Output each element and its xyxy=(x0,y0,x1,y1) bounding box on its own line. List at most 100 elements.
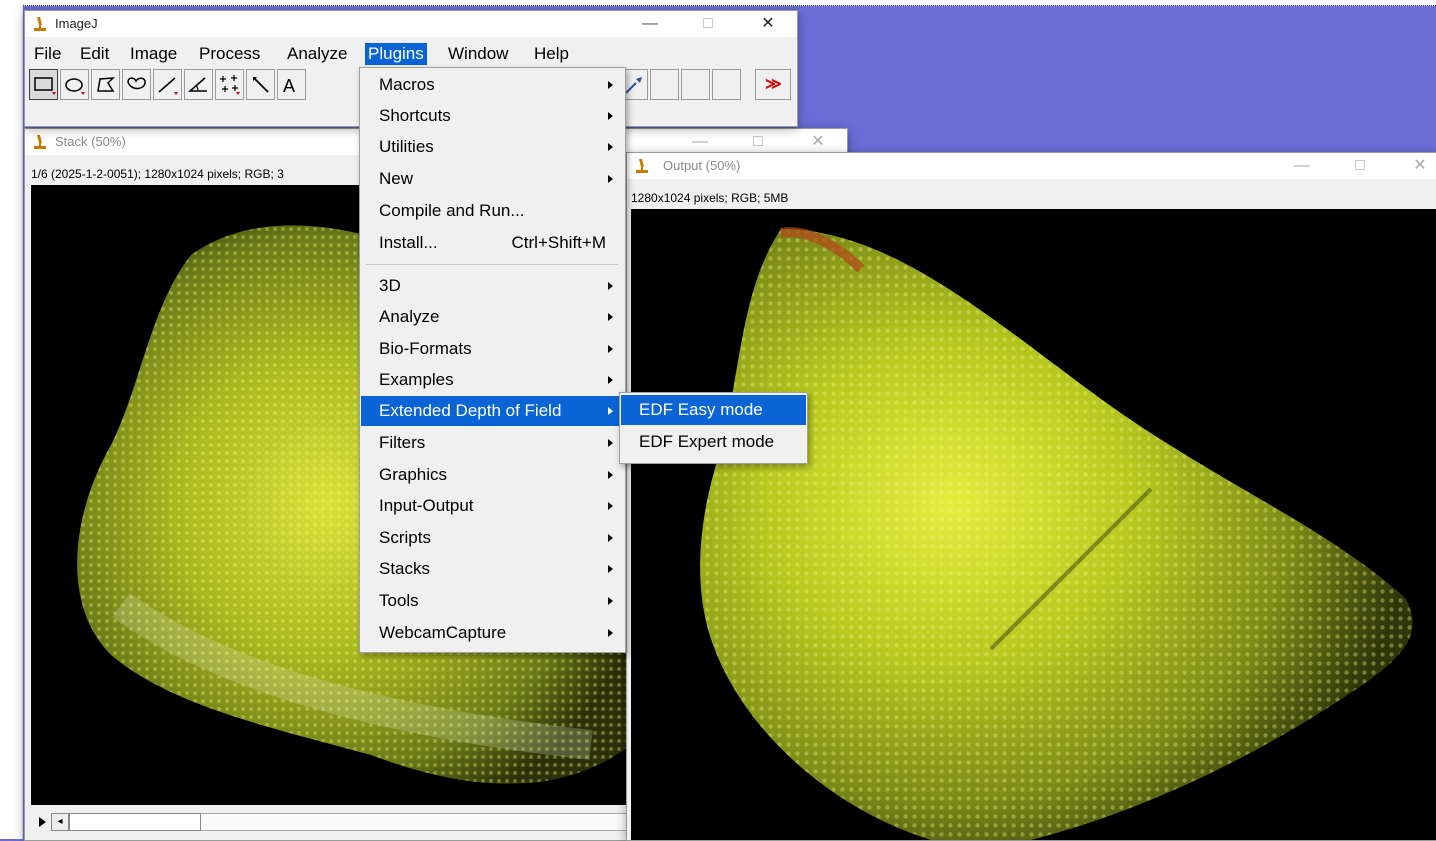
submenu-arrow-icon xyxy=(608,471,613,479)
menu-process[interactable]: Process xyxy=(196,43,263,65)
rectangle-icon xyxy=(34,77,56,95)
menu-item-label: 3D xyxy=(379,276,401,295)
submenu-arrow-icon xyxy=(608,629,613,637)
output-minimize-button[interactable]: — xyxy=(1287,155,1317,177)
menu-item-shortcuts[interactable]: Shortcuts xyxy=(361,101,624,131)
output-maximize-button[interactable]: □ xyxy=(1345,155,1375,177)
angle-icon xyxy=(187,77,207,92)
stack-window-title: Stack (50%) xyxy=(55,134,126,149)
imagej-titlebar[interactable]: ImageJ — □ ✕ xyxy=(25,11,797,37)
menu-item-label: Filters xyxy=(379,433,426,452)
menu-window[interactable]: Window xyxy=(445,43,511,65)
multipoint-icon xyxy=(220,75,240,95)
play-icon[interactable] xyxy=(39,817,46,827)
double-chevron-right-icon: ≫ xyxy=(765,76,782,93)
svg-text:A: A xyxy=(283,76,295,96)
stack-minimize-button[interactable]: — xyxy=(685,131,715,153)
imagej-microscope-icon xyxy=(34,135,46,149)
menu-item-bio-formats[interactable]: Bio-Formats xyxy=(361,334,624,364)
menu-item-examples[interactable]: Examples xyxy=(361,365,624,395)
rectangle-tool[interactable] xyxy=(29,69,58,100)
freehand-icon xyxy=(127,77,146,90)
imagej-minimize-button[interactable]: — xyxy=(635,13,665,35)
menu-item-scripts[interactable]: Scripts xyxy=(361,523,624,553)
line-tool[interactable] xyxy=(153,69,182,100)
menu-item-macros[interactable]: Macros xyxy=(361,70,624,100)
menu-item-edf-expert-mode[interactable]: EDF Expert mode xyxy=(621,427,806,457)
polygon-tool[interactable] xyxy=(91,69,120,100)
custom-tool-1[interactable] xyxy=(650,69,679,100)
menu-item-webcamcapture[interactable]: WebcamCapture xyxy=(361,618,624,648)
text-icon: A xyxy=(283,76,295,96)
edf-submenu: EDF Easy mode EDF Expert mode xyxy=(619,392,808,464)
angle-tool[interactable] xyxy=(184,69,213,100)
menu-item-extended-depth-of-field[interactable]: Extended Depth of Field xyxy=(361,396,624,426)
submenu-arrow-icon xyxy=(608,112,613,120)
menu-item-compile-and-run[interactable]: Compile and Run... xyxy=(361,196,624,226)
slice-scrollbar-thumb[interactable] xyxy=(69,813,201,831)
freehand-tool[interactable] xyxy=(122,69,151,100)
menu-item-label: Install... xyxy=(379,233,438,252)
plugins-dropdown-menu: Macros Shortcuts Utilities New Compile a… xyxy=(359,67,626,653)
wand-tool[interactable] xyxy=(246,69,275,100)
menu-item-graphics[interactable]: Graphics xyxy=(361,460,624,490)
point-tool[interactable] xyxy=(215,69,244,100)
output-titlebar[interactable]: Output (50%) — □ ✕ xyxy=(627,153,1436,179)
menu-item-label: Scripts xyxy=(379,528,431,547)
imagej-close-button[interactable]: ✕ xyxy=(753,13,783,35)
menu-item-3d[interactable]: 3D xyxy=(361,271,624,301)
output-close-button[interactable]: ✕ xyxy=(1405,155,1435,177)
imagej-microscope-icon xyxy=(636,159,648,173)
menu-item-label: New xyxy=(379,169,414,188)
menu-item-new[interactable]: New xyxy=(361,164,624,194)
menu-item-filters[interactable]: Filters xyxy=(361,428,624,458)
screen-top-edge xyxy=(0,0,1436,6)
menu-item-utilities[interactable]: Utilities xyxy=(361,132,624,162)
imagej-maximize-button[interactable]: □ xyxy=(693,13,723,35)
submenu-arrow-icon xyxy=(608,313,613,321)
text-tool[interactable]: A xyxy=(277,69,306,100)
menu-item-label: WebcamCapture xyxy=(379,623,507,642)
custom-tool-3[interactable] xyxy=(712,69,741,100)
submenu-arrow-icon xyxy=(608,282,613,290)
stack-maximize-button[interactable]: □ xyxy=(743,131,773,153)
menu-item-label: Graphics xyxy=(379,465,448,484)
wand-icon xyxy=(253,77,269,93)
submenu-arrow-icon xyxy=(608,407,613,415)
menu-item-label: Utilities xyxy=(379,137,434,156)
output-window-title: Output (50%) xyxy=(663,158,741,173)
menu-image[interactable]: Image xyxy=(127,43,180,65)
stack-slice-scroller[interactable]: ◂ xyxy=(29,811,629,833)
output-specimen-image xyxy=(700,227,1413,840)
menu-file[interactable]: File xyxy=(31,43,64,65)
menu-edit[interactable]: Edit xyxy=(77,43,112,65)
more-tools-button[interactable]: ≫ xyxy=(755,69,791,100)
submenu-arrow-icon xyxy=(608,502,613,510)
menu-analyze[interactable]: Analyze xyxy=(284,43,350,65)
polygon-icon xyxy=(97,77,115,92)
menu-item-install[interactable]: Install... Ctrl+Shift+M xyxy=(361,228,624,258)
menu-separator xyxy=(366,264,618,265)
stack-close-button[interactable]: ✕ xyxy=(803,131,833,153)
menu-item-label: Input-Output xyxy=(379,496,474,515)
submenu-arrow-icon xyxy=(608,534,613,542)
menu-item-label: EDF Expert mode xyxy=(639,432,775,451)
submenu-arrow-icon xyxy=(608,376,613,384)
oval-tool[interactable] xyxy=(60,69,89,100)
submenu-arrow-icon xyxy=(608,175,613,183)
custom-tool-2[interactable] xyxy=(681,69,710,100)
menu-item-label: Macros xyxy=(379,75,435,94)
menu-help[interactable]: Help xyxy=(531,43,572,65)
menu-item-tools[interactable]: Tools xyxy=(361,586,624,616)
menu-item-stacks[interactable]: Stacks xyxy=(361,554,624,584)
menu-item-label: Shortcuts xyxy=(379,106,451,125)
menu-item-input-output[interactable]: Input-Output xyxy=(361,491,624,521)
menu-item-edf-easy-mode[interactable]: EDF Easy mode xyxy=(621,395,806,425)
menu-plugins[interactable]: Plugins xyxy=(365,43,427,65)
submenu-arrow-icon xyxy=(608,597,613,605)
menu-item-analyze[interactable]: Analyze xyxy=(361,302,624,332)
menu-item-label: Extended Depth of Field xyxy=(379,401,562,420)
scroll-left-arrow-icon[interactable]: ◂ xyxy=(51,813,69,831)
output-image-canvas[interactable] xyxy=(631,209,1436,840)
menu-item-label: Compile and Run... xyxy=(379,201,525,220)
